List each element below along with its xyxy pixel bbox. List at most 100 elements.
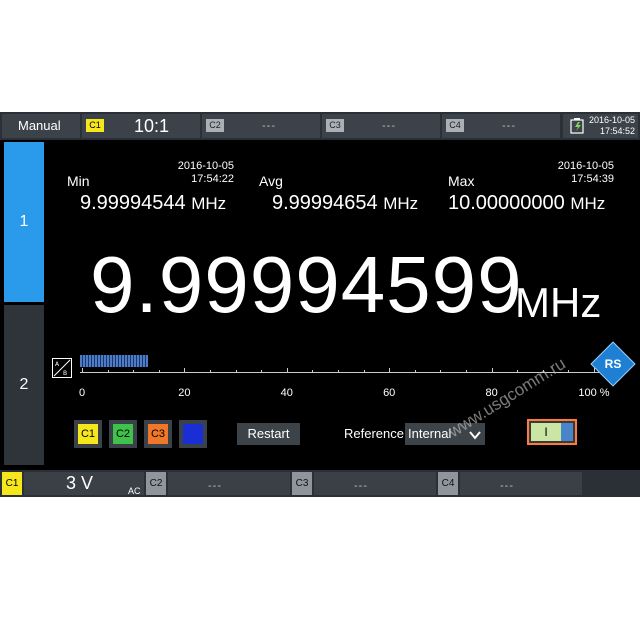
- tab-2-label: 2: [19, 376, 29, 393]
- axis-tick-label: 0: [78, 387, 86, 399]
- reference-label: Reference: [344, 426, 404, 441]
- avg-label: Avg: [259, 173, 283, 189]
- max-timestamp: 2016-10-05 17:54:39: [530, 160, 614, 186]
- axis-tick: [82, 368, 83, 373]
- axis-tick-label: 60: [383, 387, 396, 399]
- channel-2-probe-ratio: ---: [262, 120, 276, 132]
- axis-tick: [491, 368, 493, 373]
- channel-2-scale-value: ---: [208, 480, 222, 492]
- min-value-display: 9.99994544 MHz: [80, 192, 226, 215]
- top-status-bar: Manual C1 10:1 C2 --- C3 --- C4 --- 2016…: [0, 112, 640, 140]
- channel-3-tag: C3: [326, 119, 344, 132]
- axis-tick-label: 20: [178, 387, 191, 399]
- channel-4-scale[interactable]: ---: [460, 472, 582, 495]
- axis-tick-label: 100 %: [578, 387, 610, 399]
- tab-2[interactable]: 2: [4, 305, 44, 465]
- axis-tick: [158, 370, 160, 373]
- main-frequency-value: 9.99994599: [90, 240, 523, 329]
- axis-tick: [210, 370, 211, 373]
- channel-1-probe-ratio: 10:1: [134, 116, 170, 136]
- tab-1[interactable]: 1: [4, 142, 44, 302]
- axis-tick: [286, 368, 288, 373]
- channel-3-button[interactable]: C3: [144, 420, 172, 448]
- svg-text:A: A: [55, 361, 60, 368]
- channel-1-button[interactable]: C1: [74, 420, 102, 448]
- channel-1-scale[interactable]: 3 V AC: [24, 472, 144, 496]
- current-time: 17:54:52: [599, 126, 635, 136]
- channel-1-probe[interactable]: C1 10:1: [82, 114, 200, 138]
- channel-3-probe[interactable]: C3 ---: [322, 114, 440, 138]
- channel-3-probe-ratio: ---: [382, 120, 396, 132]
- channel-2-button-label: C2: [113, 424, 133, 444]
- axis-tick: [133, 370, 135, 373]
- output-toggle[interactable]: I: [527, 419, 577, 445]
- clock-battery-area: 2016-10-05 17:54:52: [563, 114, 638, 138]
- axis-tick: [440, 370, 442, 373]
- channel-1-button-label: C1: [78, 424, 98, 444]
- axis-tick: [389, 368, 391, 373]
- bottom-channel-1-tag: C1: [2, 472, 22, 495]
- gate-progress-fill: [80, 355, 149, 367]
- axis-tick: [338, 370, 339, 373]
- battery-icon: [569, 117, 587, 140]
- max-date: 2016-10-05: [557, 160, 614, 172]
- axis-tick: [312, 370, 314, 373]
- avg-value: 9.99994654: [272, 192, 378, 214]
- gate-time-icon: A B: [52, 358, 72, 378]
- channel-4-tag: C4: [446, 119, 464, 132]
- axis-tick: [414, 370, 416, 373]
- axis-tick-label: 40: [280, 387, 293, 399]
- min-unit: MHz: [191, 194, 227, 213]
- channel-4-button[interactable]: [179, 420, 207, 448]
- channel-4-button-label: [183, 424, 203, 444]
- min-date: 2016-10-05: [177, 160, 234, 172]
- bottom-channel-4-tag: C4: [438, 472, 458, 495]
- channel-1-tag: C1: [86, 119, 104, 132]
- channel-1-coupling: AC: [128, 486, 141, 496]
- logo-glyph-icon: RS: [604, 357, 622, 371]
- toggle-track: [561, 423, 573, 441]
- bottom-channel-3-tag: C3: [292, 472, 312, 495]
- axis-tick: [235, 370, 237, 373]
- oscilloscope-screen: Manual C1 10:1 C2 --- C3 --- C4 --- 2016…: [0, 112, 640, 497]
- toggle-knob: I: [531, 423, 561, 441]
- bottom-status-bar: C1 3 V AC C2 --- C3 --- C4 ---: [0, 470, 640, 497]
- min-label: Min: [67, 173, 90, 189]
- channel-3-scale[interactable]: ---: [314, 472, 436, 495]
- axis-tick: [363, 370, 365, 373]
- max-unit: MHz: [570, 194, 606, 213]
- channel-2-scale[interactable]: ---: [168, 472, 290, 495]
- avg-unit: MHz: [383, 194, 419, 213]
- trigger-mode-button[interactable]: Manual: [2, 114, 80, 138]
- max-label: Max: [448, 173, 475, 189]
- axis-tick: [107, 370, 109, 373]
- trigger-mode-label: Manual: [18, 118, 61, 133]
- min-timestamp: 2016-10-05 17:54:22: [150, 160, 234, 186]
- main-frequency-unit: MHz: [515, 279, 602, 326]
- tab-1-label: 1: [19, 213, 29, 230]
- channel-1-scale-value: 3 V: [66, 473, 94, 493]
- channel-4-probe-ratio: ---: [502, 120, 516, 132]
- channel-3-scale-value: ---: [354, 480, 368, 492]
- channel-2-tag: C2: [206, 119, 224, 132]
- min-time: 17:54:22: [191, 173, 234, 185]
- channel-2-button[interactable]: C2: [109, 420, 137, 448]
- avg-value-display: 9.99994654 MHz: [272, 192, 418, 215]
- max-value-display: 10.00000000 MHz: [448, 192, 605, 215]
- channel-3-button-label: C3: [148, 424, 168, 444]
- current-date: 2016-10-05: [588, 115, 635, 125]
- reference-value: Internal: [408, 426, 452, 441]
- axis-tick: [517, 370, 519, 373]
- channel-2-probe[interactable]: C2 ---: [202, 114, 320, 138]
- min-value: 9.99994544: [80, 192, 186, 214]
- channel-4-scale-value: ---: [500, 480, 514, 492]
- axis-tick: [261, 370, 263, 373]
- max-value: 10.00000000: [448, 192, 565, 214]
- axis-tick: [184, 368, 186, 373]
- max-time: 17:54:39: [571, 173, 614, 185]
- bottom-channel-2-tag: C2: [146, 472, 166, 495]
- channel-4-probe[interactable]: C4 ---: [442, 114, 560, 138]
- svg-text:B: B: [63, 370, 67, 377]
- restart-button[interactable]: Restart: [237, 423, 300, 445]
- axis-tick: [466, 370, 467, 373]
